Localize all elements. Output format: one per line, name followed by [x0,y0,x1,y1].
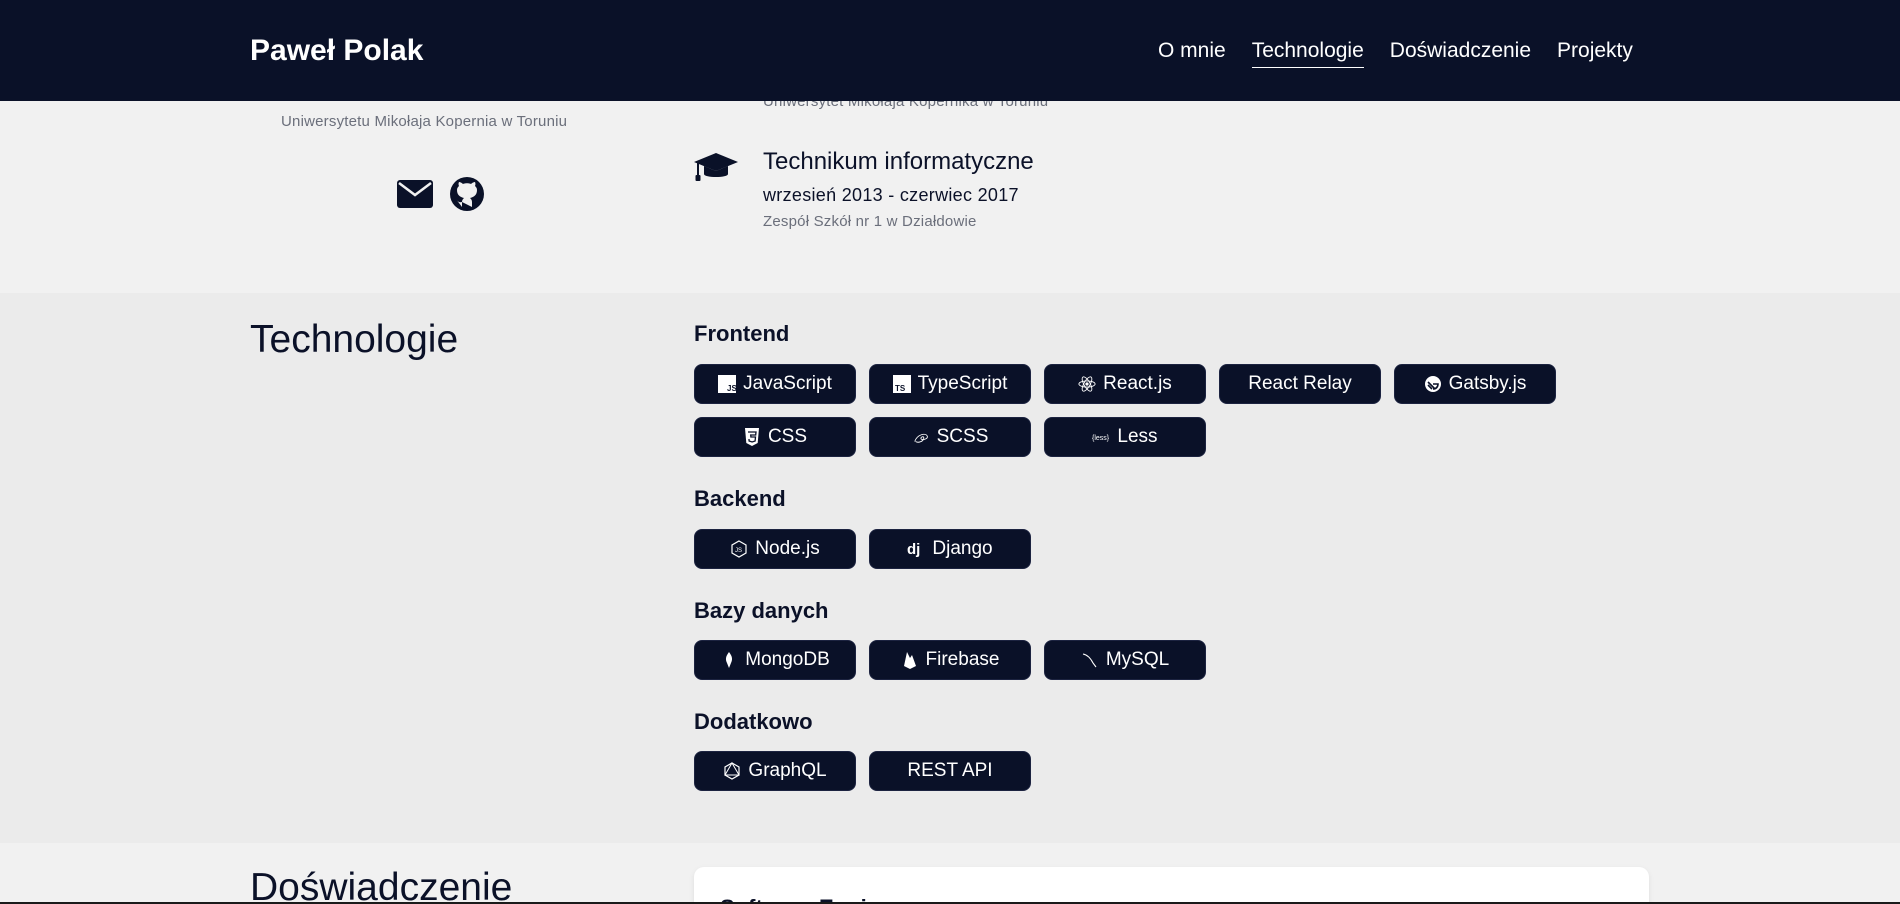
tech-chip-gatsby[interactable]: Gatsby.js [1394,364,1556,404]
envelope-icon[interactable] [396,175,434,213]
css3-icon [743,428,761,446]
svg-text:dj: dj [907,541,920,558]
tech-chip-less[interactable]: {less} Less [1044,417,1206,457]
experience-section: Doświadczenie Software Engi [0,843,1900,904]
tech-chip-label: REST API [907,760,993,781]
tech-chip-django[interactable]: dj Django [869,529,1031,569]
tech-chip-label: Less [1117,426,1158,447]
nav-link-technologie[interactable]: Technologie [1251,37,1364,68]
tech-chip-nodejs[interactable]: JS Node.js [694,529,856,569]
education-title: Technikum informatyczne [763,148,1034,175]
experience-title: Doświadczenie [250,866,513,904]
sass-icon [912,428,930,446]
mysql-icon [1081,651,1099,669]
category-title-frontend: Frontend [694,321,790,346]
github-icon[interactable] [448,175,486,213]
nodejs-icon: JS [730,540,748,558]
graphql-icon [723,762,741,780]
technologies-section: Technologie Frontend JS JavaScript TS Ty… [0,293,1900,843]
tech-chip-firebase[interactable]: Firebase [869,640,1031,680]
tech-chip-label: React.js [1103,373,1172,394]
chip-row-frontend-2: CSS SCSS {less} Less [694,417,1206,457]
tech-chip-rest-api[interactable]: REST API [869,751,1031,791]
chip-row-databases: MongoDB Firebase MySQL [694,640,1206,680]
category-title-additional: Dodatkowo [694,709,813,734]
tech-chip-label: Django [932,538,993,559]
category-title-backend: Backend [694,486,786,511]
profile-university: Uniwersytetu Mikołaja Kopernia w Toruniu [281,113,568,130]
tech-chip-javascript[interactable]: JS JavaScript [694,364,856,404]
nav-link-projekty[interactable]: Projekty [1557,37,1633,68]
tech-chip-label: React Relay [1248,373,1352,394]
graduation-cap-icon [693,151,739,183]
svg-text:JS: JS [727,384,736,393]
tech-chip-css[interactable]: CSS [694,417,856,457]
tech-chip-typescript[interactable]: TS TypeScript [869,364,1031,404]
tech-chip-react-relay[interactable]: React Relay [1219,364,1381,404]
react-icon [1078,375,1096,393]
tech-chip-mongodb[interactable]: MongoDB [694,640,856,680]
tech-chip-label: Node.js [755,538,820,559]
category-title-databases: Bazy danych [694,598,829,623]
education-date: wrzesień 2013 - czerwiec 2017 [763,185,1019,205]
svg-text:TS: TS [895,384,906,393]
tech-chip-label: GraphQL [748,760,827,781]
education-section: Uniwersytetu Mikołaja Kopernia w Toruniu… [0,101,1900,293]
django-icon: dj [907,540,925,558]
tech-chip-label: CSS [767,426,808,447]
tech-chip-label: MongoDB [745,649,830,670]
gatsby-icon [1424,375,1442,393]
top-navbar: Paweł Polak O mnie Technologie Doświadcz… [0,0,1900,101]
tech-chip-react[interactable]: React.js [1044,364,1206,404]
technologies-title: Technologie [250,318,459,361]
nav-link-o-mnie[interactable]: O mnie [1158,37,1226,68]
education-university-cut: Uniwersytet Mikołaja Kopernika w Toruniu [763,101,1049,110]
chip-row-frontend-1: JS JavaScript TS TypeScript React.js Rea… [694,364,1556,404]
chip-row-backend: JS Node.js dj Django [694,529,1031,569]
ts-icon: TS [892,375,911,393]
contact-icons [396,175,486,213]
nav-link-doswiadczenie[interactable]: Doświadczenie [1390,37,1531,68]
tech-chip-label: SCSS [936,426,989,447]
less-icon: {less} [1092,428,1110,446]
tech-chip-label: Firebase [925,649,1000,670]
brand-name[interactable]: Paweł Polak [250,33,423,69]
education-school: Zespół Szkół nr 1 w Działdowie [763,213,977,230]
tech-chip-mysql[interactable]: MySQL [1044,640,1206,680]
nav-links: O mnie Technologie Doświadczenie Projekt… [1158,37,1633,68]
svg-text:JS: JS [735,548,742,554]
experience-card: Software Engi [694,867,1649,904]
svg-text:{less}: {less} [1092,435,1110,442]
firebase-icon [901,651,919,669]
tech-chip-scss[interactable]: SCSS [869,417,1031,457]
mongodb-icon [720,651,738,669]
tech-chip-label: MySQL [1105,649,1170,670]
chip-row-additional: GraphQL REST API [694,751,1031,791]
tech-chip-graphql[interactable]: GraphQL [694,751,856,791]
js-icon: JS [718,375,737,393]
tech-chip-label: Gatsby.js [1448,373,1527,394]
tech-chip-label: JavaScript [743,373,832,394]
tech-chip-label: TypeScript [917,373,1008,394]
